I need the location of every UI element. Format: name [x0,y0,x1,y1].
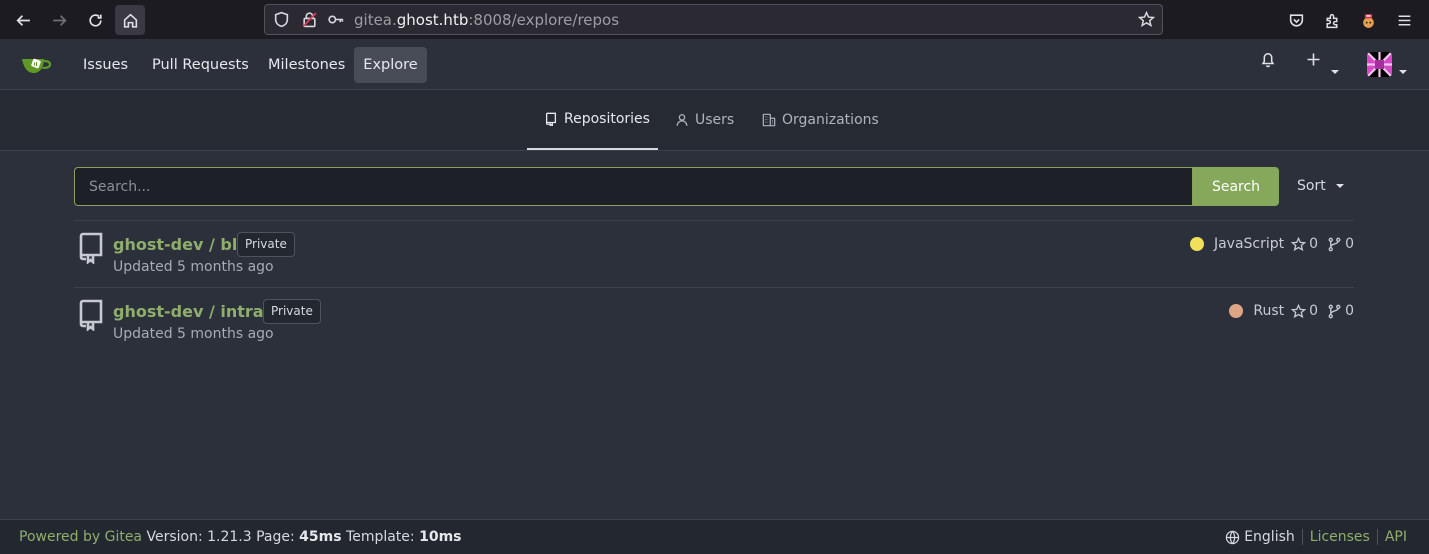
user-menu-caret-icon[interactable] [1399,62,1407,78]
repo-meta: JavaScript 0 0 [1189,236,1354,252]
shield-icon[interactable] [273,11,291,29]
explore-tabs: Repositories Users Organizations [0,90,1429,151]
powered-by-link[interactable]: Powered by Gitea [19,529,142,545]
url-bar[interactable]: gitea.ghost.htb:8008/explore/repos [264,4,1163,35]
url-text: gitea.ghost.htb:8008/explore/repos [354,11,620,29]
list-item: ghost-dev / blog Private Updated 5 month… [74,221,1354,288]
nav-pull-requests[interactable]: Pull Requests [141,47,260,83]
hamburger-menu-icon[interactable] [1389,5,1419,35]
page-time: 45ms [299,529,342,545]
sort-caret-icon [1336,184,1345,188]
search-input[interactable] [74,167,1193,206]
insecure-lock-icon[interactable] [301,11,319,29]
bookmark-star-icon[interactable] [1137,10,1156,29]
star-count[interactable]: 0 [1309,303,1318,319]
tab-users[interactable]: Users [675,90,734,150]
language-selector[interactable]: English [1244,529,1295,545]
tab-organizations[interactable]: Organizations [762,90,879,150]
notification-bell-icon[interactable] [1260,51,1276,72]
browser-toolbar: gitea.ghost.htb:8008/explore/repos [0,0,1429,39]
tab-organizations-label: Organizations [782,112,879,128]
search-button[interactable]: Search [1193,167,1279,206]
tab-users-label: Users [695,112,735,128]
extensions-icon[interactable] [1317,5,1347,35]
private-badge: Private [263,299,321,324]
fork-icon[interactable] [1327,237,1345,252]
fork-icon[interactable] [1327,304,1345,319]
private-badge: Private [237,232,295,257]
language-color-dot [1229,304,1244,318]
profile-extension-icon[interactable] [1353,5,1383,35]
back-arrow-icon[interactable] [8,5,38,35]
star-icon[interactable] [1291,303,1309,319]
key-icon[interactable] [327,11,345,29]
fork-count[interactable]: 0 [1345,236,1354,252]
version-text: Version: 1.21.3 Page: [146,529,295,545]
footer-separator [1376,529,1378,545]
repo-icon [77,232,103,265]
nav-explore[interactable]: Explore [354,47,427,83]
template-time: 10ms [419,529,462,545]
sort-dropdown[interactable]: Sort [1297,178,1345,194]
footer-info: Powered by Gitea Version: 1.21.3 Page: 4… [19,529,462,545]
language-label: Rust [1253,303,1285,319]
nav-milestones[interactable]: Milestones [257,47,356,83]
tab-repositories[interactable]: Repositories [527,90,658,150]
licenses-link[interactable]: Licenses [1310,529,1370,545]
fork-count[interactable]: 0 [1345,303,1354,319]
home-icon[interactable] [115,5,145,35]
pocket-icon[interactable] [1281,5,1311,35]
updated-time: Updated 5 months ago [113,326,274,342]
forward-arrow-icon[interactable] [44,5,74,35]
create-dropdown-caret-icon[interactable] [1331,62,1339,78]
star-icon[interactable] [1291,236,1309,252]
tab-repositories-label: Repositories [564,111,650,127]
gitea-logo-icon[interactable] [21,53,53,77]
repo-icon [77,299,103,332]
organization-icon [762,113,776,127]
nav-issues[interactable]: Issues [72,47,139,83]
footer-separator [1301,529,1303,545]
list-item: ghost-dev / intranet Private Updated 5 m… [74,288,1354,355]
person-icon [676,114,688,126]
star-count[interactable]: 0 [1309,236,1318,252]
create-plus-icon[interactable] [1306,52,1321,71]
language-color-dot [1189,237,1204,251]
page-footer: Powered by Gitea Version: 1.21.3 Page: 4… [0,519,1429,554]
template-label: Template: [346,529,415,545]
top-navbar: Issues Pull Requests Milestones Explore [0,39,1429,90]
api-link[interactable]: API [1385,529,1407,545]
reload-icon[interactable] [80,5,110,35]
updated-time: Updated 5 months ago [113,259,274,275]
globe-icon[interactable] [1225,530,1240,545]
repo-meta: Rust 0 0 [1229,303,1354,319]
language-label: JavaScript [1213,236,1285,252]
sort-label: Sort [1297,178,1326,194]
repo-icon [545,112,557,126]
footer-links: English Licenses API [1225,529,1407,545]
user-avatar[interactable] [1367,52,1392,77]
